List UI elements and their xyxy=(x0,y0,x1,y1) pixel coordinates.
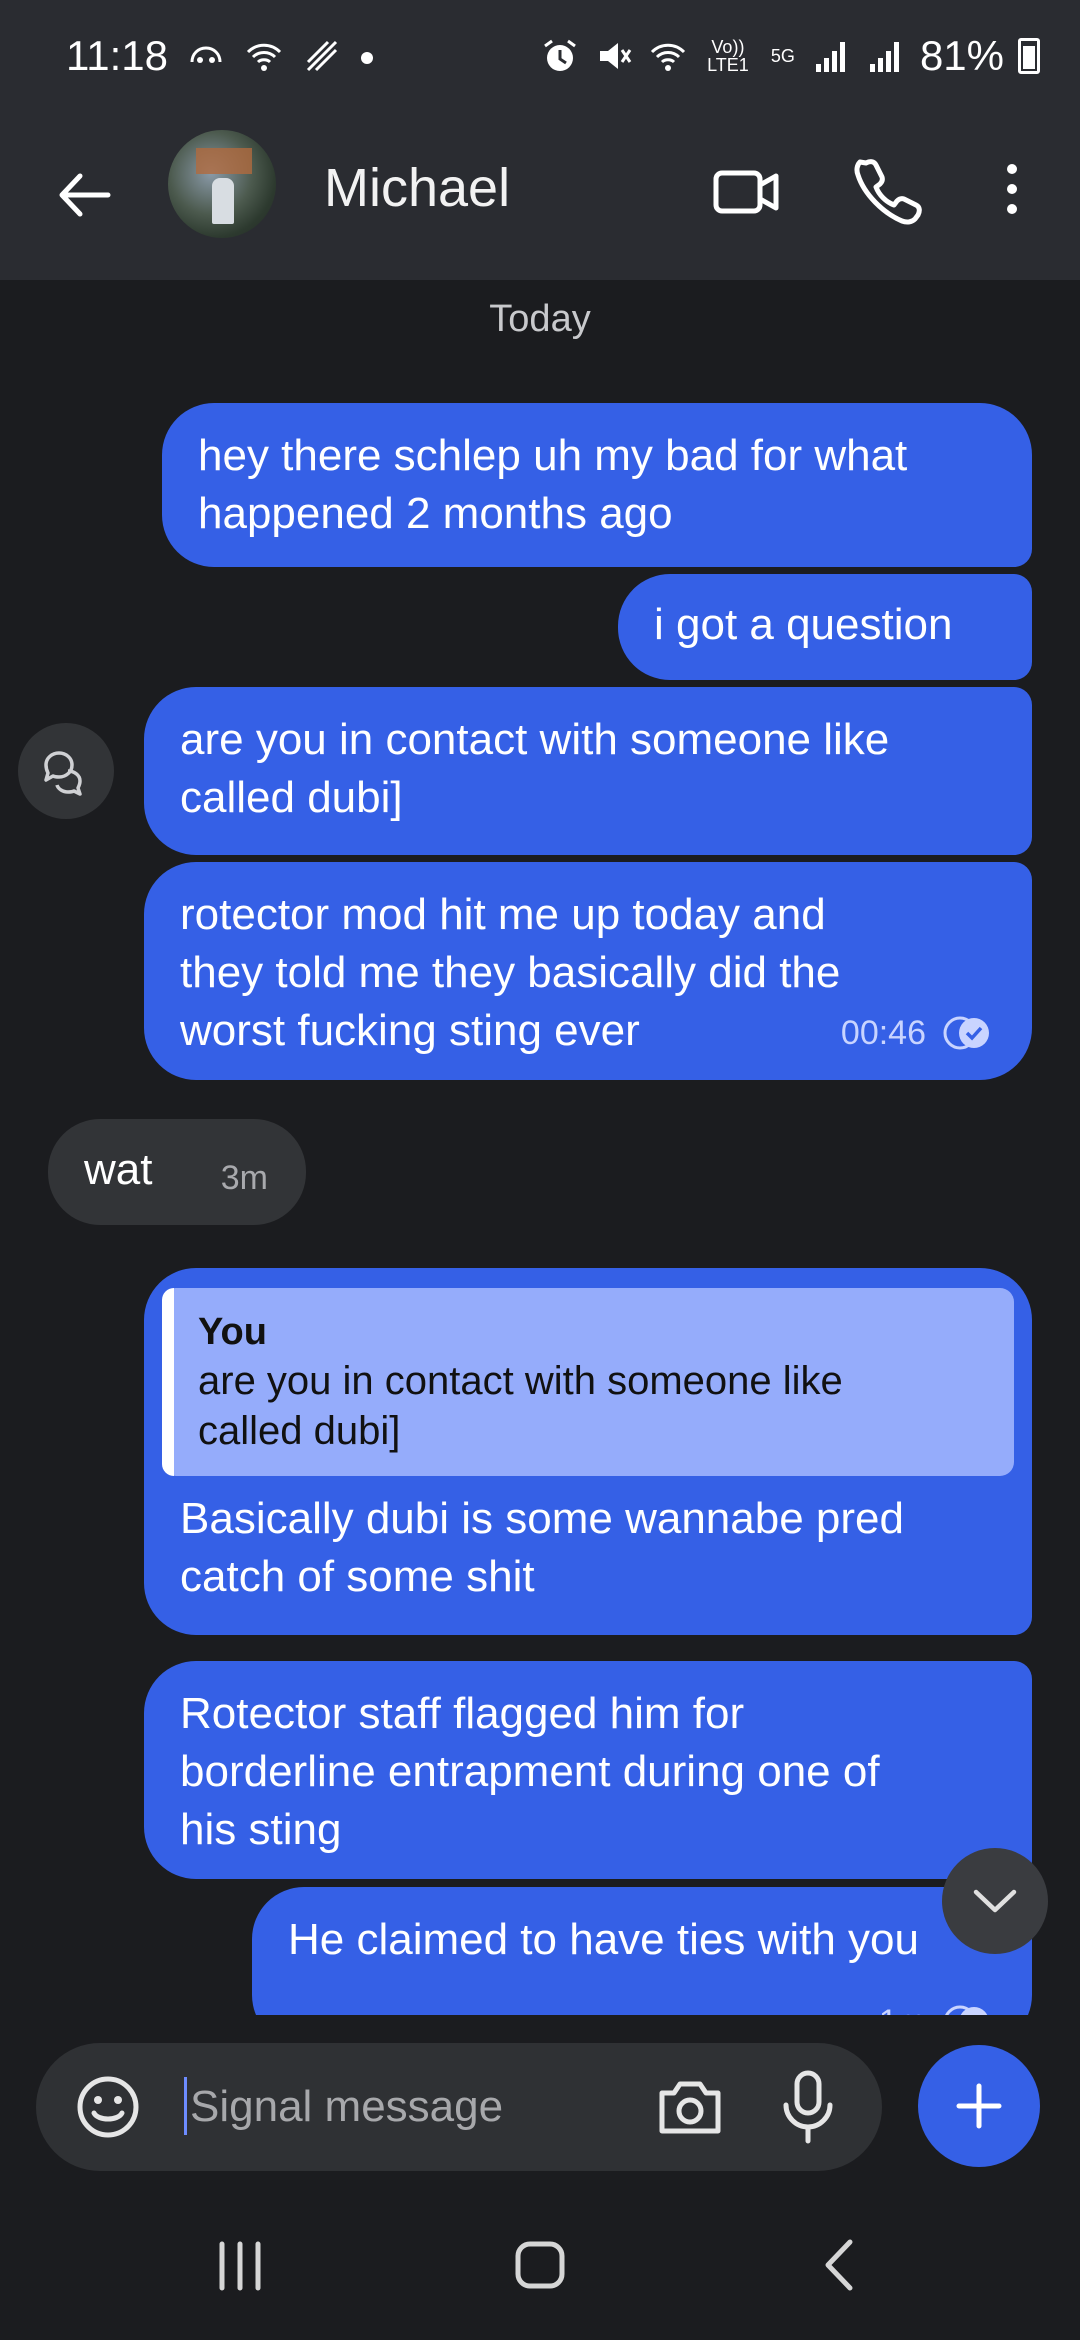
emoji-icon[interactable] xyxy=(72,2071,144,2143)
phone-icon[interactable] xyxy=(852,153,924,225)
message-time: 00:46 xyxy=(840,1014,926,1052)
battery-icon xyxy=(1018,38,1040,74)
system-nav-bar xyxy=(0,2190,1080,2340)
read-receipt-icon xyxy=(945,2005,988,2015)
outgoing-message[interactable]: hey there schlep uh my bad for what happ… xyxy=(162,403,1032,567)
status-right: Vo)) LTE1 5G 81% xyxy=(540,32,1040,80)
quote-text: are you in contact with someone like cal… xyxy=(198,1359,843,1453)
outgoing-message[interactable]: He claimed to have ties with you 1m xyxy=(252,1887,1032,2015)
network-label: 5G xyxy=(770,46,795,66)
outgoing-message[interactable]: are you in contact with someone like cal… xyxy=(144,687,1032,855)
outgoing-message[interactable]: Rotector staff flagged him for borderlin… xyxy=(144,1661,1032,1879)
message-meta: 00:46 xyxy=(841,1004,996,1062)
message-meta: 1m xyxy=(879,1993,996,2015)
avatar[interactable] xyxy=(168,130,276,238)
quoted-message[interactable]: You are you in contact with someone like… xyxy=(162,1288,1014,1476)
compose-bar xyxy=(0,2015,1080,2190)
message-text: are you in contact with someone like cal… xyxy=(180,715,890,822)
message-meta: 3m xyxy=(221,1149,268,1207)
message-text: i got a question xyxy=(654,600,953,649)
contact-name[interactable]: Michael xyxy=(324,157,510,219)
volte-label: Vo)) LTE1 xyxy=(707,37,749,75)
attach-button[interactable] xyxy=(918,2045,1040,2167)
outgoing-message[interactable]: You are you in contact with someone like… xyxy=(144,1268,1032,1635)
message-time: 1m xyxy=(879,1993,926,2015)
home-icon[interactable] xyxy=(500,2230,580,2300)
text-cursor xyxy=(184,2077,187,2135)
mute-icon xyxy=(599,43,632,69)
message-text: He claimed to have ties with you xyxy=(288,1915,919,1964)
reply-icon xyxy=(44,751,82,796)
signal-2-icon xyxy=(869,42,899,72)
back-arrow-icon[interactable] xyxy=(50,160,120,230)
data-saver-icon xyxy=(306,40,338,72)
nav-back-icon[interactable] xyxy=(800,2230,880,2300)
status-time: 11:18 xyxy=(66,32,168,79)
quote-author: You xyxy=(198,1311,267,1353)
incoming-message[interactable]: wat 3m xyxy=(48,1119,306,1225)
reply-button[interactable] xyxy=(18,723,114,819)
status-app-icon xyxy=(190,46,222,63)
status-bar: 11:18 Vo)) LTE1 5G 81% xyxy=(0,0,1080,115)
status-left: 11:18 xyxy=(66,32,374,80)
wifi-icon xyxy=(246,43,282,71)
message-text: hey there schlep uh my bad for what happ… xyxy=(198,431,908,538)
compose-box[interactable] xyxy=(36,2043,882,2171)
microphone-icon[interactable] xyxy=(776,2067,840,2147)
message-input[interactable] xyxy=(188,2071,638,2143)
message-text: Rotector staff flagged him for borderlin… xyxy=(180,1689,880,1854)
conversation-header: Michael xyxy=(0,115,1080,280)
notification-dot-icon xyxy=(361,52,373,64)
date-divider: Today xyxy=(489,298,591,340)
wifi-calling-icon xyxy=(650,43,685,71)
outgoing-message[interactable]: i got a question xyxy=(618,574,1032,680)
read-receipt-icon xyxy=(943,1016,989,1050)
plus-icon xyxy=(956,2083,1002,2129)
message-list[interactable]: Today hey there schlep uh my bad for wha… xyxy=(0,280,1080,2015)
more-vertical-icon[interactable] xyxy=(992,153,1032,225)
camera-icon[interactable] xyxy=(652,2069,728,2145)
scroll-to-bottom-button[interactable] xyxy=(942,1848,1048,1954)
video-camera-icon[interactable] xyxy=(710,155,782,227)
recent-apps-icon[interactable] xyxy=(200,2230,280,2300)
signal-icon xyxy=(815,42,845,72)
battery-percent: 81% xyxy=(919,32,1004,79)
message-time: 3m xyxy=(220,1159,268,1197)
outgoing-message[interactable]: rotector mod hit me up today and they to… xyxy=(144,862,1032,1080)
chevron-down-icon xyxy=(973,1889,1017,1913)
message-text: Basically dubi is some wannabe pred catc… xyxy=(180,1494,904,1601)
alarm-icon xyxy=(544,39,576,71)
